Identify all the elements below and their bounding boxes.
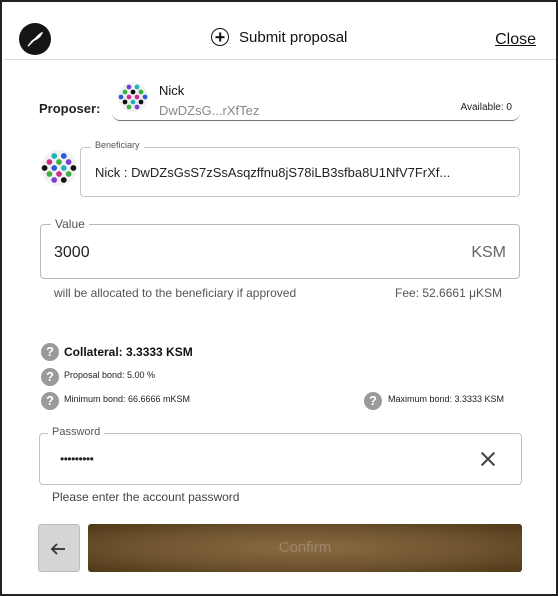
collateral-help-icon[interactable]: ? — [41, 343, 59, 361]
dialog-title: Submit proposal — [239, 28, 348, 46]
proposer-name: Nick — [159, 83, 185, 98]
minimum-bond-help-icon[interactable]: ? — [41, 392, 59, 410]
proposer-address: DwDZsG...rXfTez — [159, 103, 260, 118]
proposer-label: Proposer: — [39, 101, 101, 116]
back-button[interactable] — [38, 524, 80, 572]
identicon-avatar — [118, 82, 148, 112]
plus-circle-icon — [211, 28, 229, 46]
password-field[interactable]: Password ••••••••• — [39, 426, 522, 485]
password-label: Password — [48, 426, 105, 438]
beneficiary-label: Beneficiary — [91, 140, 144, 150]
maximum-bond-text: Maximum bond: 3.3333 KSM — [388, 394, 505, 404]
beneficiary-identicon-avatar — [41, 150, 77, 186]
close-button[interactable]: Close — [495, 31, 536, 49]
value-label: Value — [51, 217, 89, 231]
beneficiary-field[interactable]: Beneficiary Nick : DwDZsGsS7zSsAsqzffnu8… — [80, 140, 520, 197]
value-unit: KSM — [471, 244, 506, 261]
close-x-icon[interactable] — [479, 450, 497, 468]
value-hint: will be allocated to the beneficiary if … — [54, 286, 297, 300]
dialog-header: Submit proposal Close — [4, 4, 556, 60]
beneficiary-value: Nick : DwDZsGsS7zSsAsqzffnu8jS78iLB3sfba… — [95, 165, 451, 180]
dialog-title-group: Submit proposal — [211, 26, 347, 48]
value-input[interactable]: 3000 — [54, 244, 90, 262]
maximum-bond-help-icon[interactable]: ? — [364, 392, 382, 410]
minimum-bond-text: Minimum bond: 66.6666 mKSM — [64, 394, 191, 404]
confirm-button[interactable]: Confirm — [88, 524, 522, 572]
fee-text: Fee: 52.6661 μKSM — [395, 286, 502, 300]
proposal-dialog: Submit proposal Close Proposer: Nick DwD… — [0, 0, 558, 596]
value-field[interactable]: Value 3000 KSM — [40, 217, 520, 279]
available-balance: Available: 0 — [460, 102, 512, 113]
password-hint: Please enter the account password — [52, 490, 240, 504]
proposal-bond-help-icon[interactable]: ? — [41, 368, 59, 386]
password-input[interactable]: ••••••••• — [60, 452, 94, 466]
collateral-text: Collateral: 3.3333 KSM — [64, 345, 193, 359]
proposer-select[interactable]: Nick DwDZsG...rXfTez Available: 0 — [112, 77, 520, 121]
arrow-left-icon — [50, 543, 65, 555]
bird-logo-icon — [19, 23, 51, 55]
proposal-bond-text: Proposal bond: 5.00 % — [64, 370, 156, 380]
